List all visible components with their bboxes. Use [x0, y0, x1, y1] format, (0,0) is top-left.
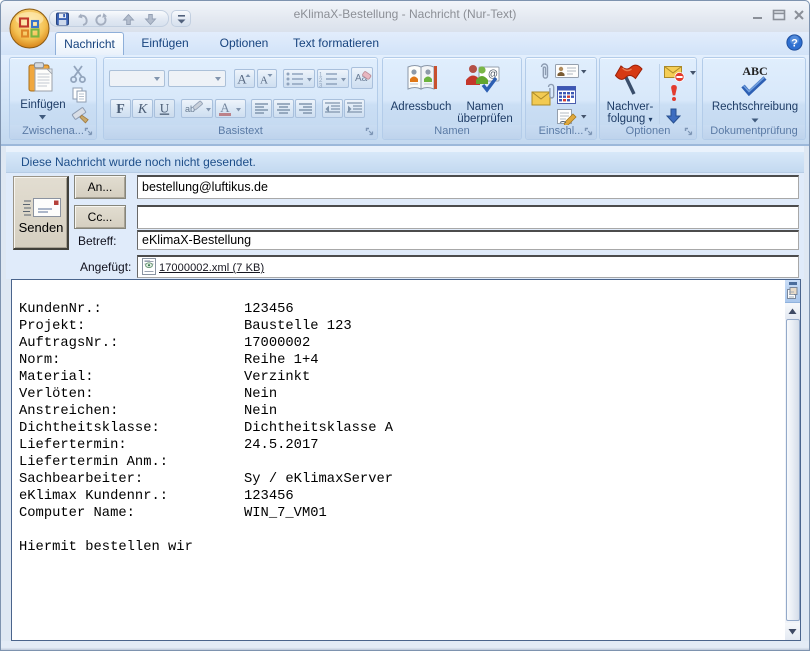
svg-text:A: A	[260, 75, 268, 87]
svg-text:?: ?	[791, 38, 798, 50]
svg-text:ab: ab	[185, 104, 195, 114]
svg-text:K: K	[137, 102, 148, 117]
svg-text:@: @	[488, 69, 498, 80]
svg-text:3: 3	[319, 84, 323, 90]
svg-text:A: A	[237, 72, 247, 87]
svg-text:F: F	[116, 102, 125, 117]
svg-text:A: A	[220, 100, 230, 115]
svg-text:U: U	[160, 101, 170, 116]
